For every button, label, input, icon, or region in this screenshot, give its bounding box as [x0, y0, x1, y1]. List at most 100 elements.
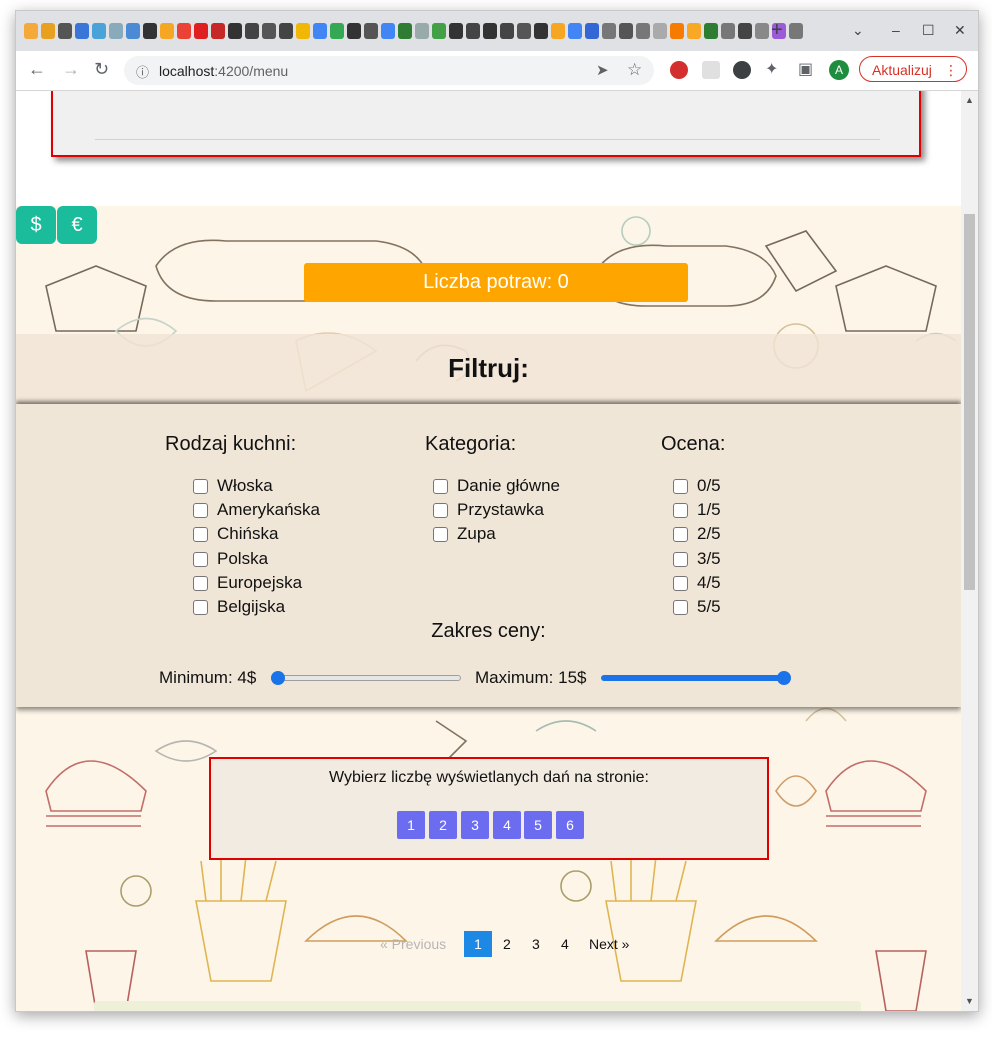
page-scrollbar[interactable]: ▲ ▼: [961, 91, 978, 1011]
rating-option[interactable]: 4/5: [673, 573, 721, 593]
update-browser-button[interactable]: Aktualizuj ⋮: [859, 56, 967, 82]
cuisine-checkbox[interactable]: [193, 551, 208, 567]
tab-favicon-icon[interactable]: [517, 23, 531, 39]
tab-favicon-icon[interactable]: [143, 23, 157, 39]
close-window-button[interactable]: ✕: [954, 22, 966, 39]
tab-favicon-icon[interactable]: [228, 23, 242, 39]
pagination-next[interactable]: Next »: [589, 936, 629, 952]
tab-favicon-icon[interactable]: [466, 23, 480, 39]
tab-favicon-icon[interactable]: [330, 23, 344, 39]
rating-checkbox[interactable]: [673, 599, 688, 615]
rating-checkbox[interactable]: [673, 526, 688, 542]
per-page-button-6[interactable]: 6: [556, 811, 584, 839]
pagination-page-3[interactable]: 3: [532, 936, 540, 952]
price-min-slider[interactable]: [271, 670, 463, 686]
currency-usd-button[interactable]: $: [16, 206, 56, 244]
rating-checkbox[interactable]: [673, 478, 688, 494]
extensions-puzzle-icon[interactable]: ✦: [765, 59, 778, 79]
tab-favicon-icon[interactable]: [398, 23, 412, 39]
rating-option[interactable]: 1/5: [673, 500, 721, 520]
tab-favicon-icon[interactable]: [568, 23, 582, 39]
tab-favicon-icon[interactable]: [109, 23, 123, 39]
category-checkbox[interactable]: [433, 478, 448, 494]
cuisine-option[interactable]: Amerykańska: [193, 500, 320, 520]
tab-favicon-icon[interactable]: [738, 23, 752, 39]
tab-favicon-icon[interactable]: [381, 23, 395, 39]
cuisine-option[interactable]: Chińska: [193, 524, 278, 544]
category-option[interactable]: Zupa: [433, 524, 496, 544]
tab-favicon-icon[interactable]: [126, 23, 140, 39]
price-max-thumb[interactable]: [777, 671, 791, 685]
tab-favicon-icon[interactable]: [483, 23, 497, 39]
tab-favicon-icon[interactable]: [92, 23, 106, 39]
minimize-button[interactable]: –: [892, 22, 900, 38]
tab-favicon-icon[interactable]: [313, 23, 327, 39]
cuisine-checkbox[interactable]: [193, 526, 208, 542]
tab-favicon-icon[interactable]: [160, 23, 174, 39]
scroll-up-icon[interactable]: ▲: [965, 95, 974, 105]
tab-favicon-icon[interactable]: [653, 23, 667, 39]
per-page-button-4[interactable]: 4: [493, 811, 521, 839]
bookmark-star-icon[interactable]: ☆: [627, 60, 642, 80]
tab-favicon-icon[interactable]: [262, 23, 276, 39]
profile-avatar[interactable]: A: [829, 60, 849, 80]
cuisine-option[interactable]: Europejska: [193, 573, 302, 593]
rating-checkbox[interactable]: [673, 502, 688, 518]
rating-option[interactable]: 0/5: [673, 476, 721, 496]
price-max-slider[interactable]: [601, 670, 793, 686]
per-page-button-1[interactable]: 1: [397, 811, 425, 839]
pagination-page-1[interactable]: 1: [464, 931, 492, 957]
tab-favicon-icon[interactable]: [500, 23, 514, 39]
cuisine-checkbox[interactable]: [193, 599, 208, 615]
cuisine-checkbox[interactable]: [193, 478, 208, 494]
cuisine-option[interactable]: Polska: [193, 549, 268, 569]
currency-eur-button[interactable]: €: [57, 206, 97, 244]
tab-favicon-icon[interactable]: [534, 23, 548, 39]
new-tab-button[interactable]: +: [771, 19, 783, 42]
rating-option[interactable]: 3/5: [673, 549, 721, 569]
tab-favicon-icon[interactable]: [24, 23, 38, 39]
category-option[interactable]: Przystawka: [433, 500, 544, 520]
category-checkbox[interactable]: [433, 502, 448, 518]
pagination-page-4[interactable]: 4: [561, 936, 569, 952]
tab-favicon-icon[interactable]: [58, 23, 72, 39]
tab-favicon-icon[interactable]: [364, 23, 378, 39]
rating-option[interactable]: 2/5: [673, 524, 721, 544]
tab-favicon-icon[interactable]: [177, 23, 191, 39]
cuisine-option[interactable]: Włoska: [193, 476, 273, 496]
site-info-icon[interactable]: ⓘ: [136, 62, 149, 81]
per-page-button-3[interactable]: 3: [461, 811, 489, 839]
price-min-track[interactable]: [271, 675, 461, 681]
url-text[interactable]: localhost:4200/menu: [159, 63, 288, 79]
tab-favicon-icon[interactable]: [75, 23, 89, 39]
scroll-down-icon[interactable]: ▼: [965, 996, 974, 1006]
per-page-button-2[interactable]: 2: [429, 811, 457, 839]
tab-favicon-icon[interactable]: [636, 23, 650, 39]
pagination-page-2[interactable]: 2: [503, 936, 511, 952]
browser-menu-icon[interactable]: ⋮: [944, 57, 958, 83]
scrollbar-thumb[interactable]: [964, 214, 975, 590]
tab-favicons[interactable]: [24, 23, 803, 41]
forward-icon[interactable]: →: [62, 59, 80, 80]
tab-favicon-icon[interactable]: [687, 23, 701, 39]
category-option[interactable]: Danie główne: [433, 476, 560, 496]
accessibility-extension-icon[interactable]: [733, 61, 751, 79]
tab-favicon-icon[interactable]: [347, 23, 361, 39]
cuisine-checkbox[interactable]: [193, 502, 208, 518]
rating-checkbox[interactable]: [673, 551, 688, 567]
tab-favicon-icon[interactable]: [704, 23, 718, 39]
tab-favicon-icon[interactable]: [245, 23, 259, 39]
tab-favicon-icon[interactable]: [41, 23, 55, 39]
tab-favicon-icon[interactable]: [721, 23, 735, 39]
rating-checkbox[interactable]: [673, 575, 688, 591]
tab-favicon-icon[interactable]: [211, 23, 225, 39]
send-tab-icon[interactable]: ➤: [596, 61, 609, 79]
tab-favicon-icon[interactable]: [432, 23, 446, 39]
back-icon[interactable]: ←: [28, 59, 46, 80]
address-bar[interactable]: ⓘ localhost:4200/menu ➤ ☆: [124, 56, 654, 85]
pdf-extension-icon[interactable]: [702, 61, 720, 79]
tab-favicon-icon[interactable]: [415, 23, 429, 39]
tab-favicon-icon[interactable]: [755, 23, 769, 39]
pagination-previous[interactable]: « Previous: [380, 936, 446, 952]
price-min-thumb[interactable]: [271, 671, 285, 685]
